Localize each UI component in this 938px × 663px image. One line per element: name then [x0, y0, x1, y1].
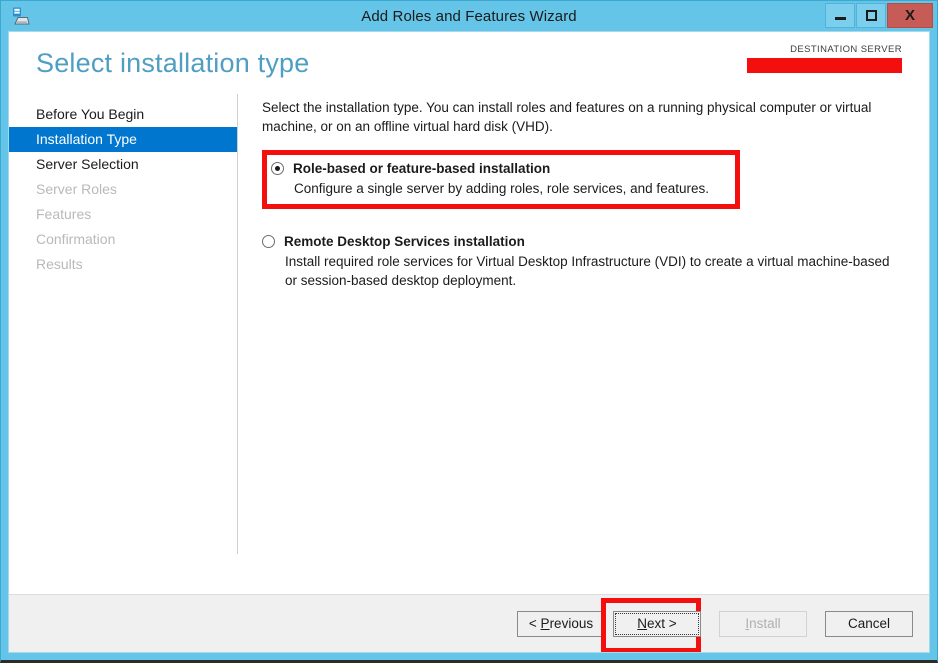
next-button-wrapper: Next >	[613, 611, 701, 637]
sidebar-item-results: Results	[9, 252, 237, 277]
option-role-based-description: Configure a single server by adding role…	[294, 179, 731, 198]
radio-role-based-installation[interactable]	[271, 162, 284, 175]
destination-server-redaction-bar	[747, 58, 902, 73]
window-title: Add Roles and Features Wizard	[1, 8, 937, 25]
option-role-based-header: Role-based or feature-based installation	[271, 160, 731, 177]
cancel-button-label: Cancel	[848, 616, 890, 631]
close-button[interactable]: X	[887, 3, 933, 28]
wizard-footer: < Previous Next > Install Cancel	[9, 594, 929, 652]
next-button[interactable]: Next >	[613, 611, 701, 637]
minimize-icon	[835, 17, 846, 20]
server-manager-icon	[9, 5, 31, 27]
maximize-button[interactable]	[856, 3, 886, 28]
maximize-icon	[866, 10, 877, 21]
sidebar-item-confirmation: Confirmation	[9, 227, 237, 252]
close-icon: X	[905, 7, 915, 24]
previous-button[interactable]: < Previous	[517, 611, 605, 637]
wizard-body: Before You Begin Installation Type Serve…	[9, 94, 929, 594]
option-remote-desktop-description: Install required role services for Virtu…	[285, 252, 905, 290]
radio-remote-desktop-services[interactable]	[262, 235, 275, 248]
option-remote-desktop-services[interactable]: Remote Desktop Services installation Ins…	[262, 227, 905, 296]
title-bar: Add Roles and Features Wizard X	[1, 1, 937, 31]
install-button-label: Install	[745, 616, 780, 631]
content-panel: Select the installation type. You can in…	[237, 94, 929, 594]
wizard-step-nav: Before You Begin Installation Type Serve…	[9, 94, 237, 594]
wizard-client-area: Select installation type DESTINATION SER…	[8, 31, 930, 653]
option-remote-desktop-header: Remote Desktop Services installation	[262, 233, 905, 250]
sidebar-item-features: Features	[9, 202, 237, 227]
minimize-button[interactable]	[825, 3, 855, 28]
previous-button-label: < Previous	[529, 616, 593, 631]
cancel-button[interactable]: Cancel	[825, 611, 913, 637]
option-role-based-installation[interactable]: Role-based or feature-based installation…	[262, 150, 740, 209]
option-remote-desktop-title: Remote Desktop Services installation	[284, 233, 525, 250]
window-controls: X	[824, 3, 933, 28]
install-button: Install	[719, 611, 807, 637]
next-button-label: Next >	[637, 616, 676, 631]
sidebar-item-before-you-begin[interactable]: Before You Begin	[9, 102, 237, 127]
destination-server: DESTINATION SERVER	[732, 44, 902, 73]
option-role-based-title: Role-based or feature-based installation	[293, 160, 550, 177]
sidebar-item-server-roles: Server Roles	[9, 177, 237, 202]
sidebar-item-server-selection[interactable]: Server Selection	[9, 152, 237, 177]
sidebar-item-installation-type[interactable]: Installation Type	[9, 127, 237, 152]
page-header: Select installation type DESTINATION SER…	[9, 32, 929, 94]
wizard-window: Add Roles and Features Wizard X Select i…	[0, 0, 938, 663]
intro-text: Select the installation type. You can in…	[262, 98, 905, 136]
destination-server-label: DESTINATION SERVER	[732, 44, 902, 55]
